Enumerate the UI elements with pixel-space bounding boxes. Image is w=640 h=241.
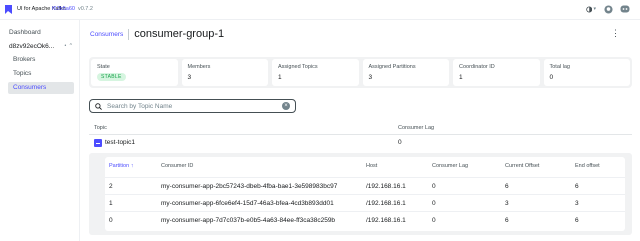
theme-toggle-icon[interactable]: ▾ — [586, 4, 596, 14]
stat-label: Assigned Partitions — [368, 64, 416, 70]
stat-label: State — [97, 64, 110, 70]
chevron-down-icon: ▾ — [593, 6, 596, 12]
stat-members: Members 3 — [181, 59, 268, 86]
topic-name: test-topic1 — [105, 139, 135, 146]
cell-host: /192.168.16.1 — [366, 183, 406, 190]
cell-partition: 0 — [109, 217, 113, 224]
stat-label: Coordinator ID — [459, 64, 495, 70]
page-title: consumer-group-1 — [134, 28, 225, 40]
column-header-label: Partition — [109, 163, 130, 169]
topic-search-box: × — [89, 99, 296, 113]
stat-label: Total lag — [549, 64, 571, 70]
sidebar-item-consumers[interactable]: Consumers — [8, 82, 74, 94]
clear-icon[interactable]: × — [282, 102, 290, 110]
status-badge: STABLE — [97, 73, 126, 81]
discord-icon[interactable] — [620, 4, 630, 14]
stat-coordinator-id: Coordinator ID 1 — [453, 59, 540, 86]
stat-value: 0 — [549, 74, 554, 81]
github-icon[interactable] — [603, 4, 613, 14]
topics-table-header: Topic Consumer Lag — [89, 123, 632, 135]
search-icon — [95, 102, 102, 110]
version-number: v0.7.2 — [77, 6, 93, 12]
cell-host: /192.168.16.1 — [366, 217, 406, 224]
sidebar-item-dashboard[interactable]: Dashboard — [9, 29, 41, 36]
stat-total-lag: Total lag 0 — [543, 59, 630, 86]
sidebar: Dashboard d8zv92ecOk6... • ^ Brokers Top… — [0, 20, 80, 241]
column-header-topic: Topic — [94, 125, 107, 131]
breadcrumb: Consumers consumer-group-1 — [90, 27, 224, 41]
cluster-selector[interactable]: d8zv92ecOk6... • ^ — [9, 43, 73, 50]
cell-end-offset: 6 — [575, 183, 579, 190]
stat-assigned-partitions: Assigned Partitions 3 — [362, 59, 449, 86]
cell-consumer-id: my-consumer-app-2bc57243-dbeb-4fba-bae1-… — [161, 183, 338, 190]
cell-consumer-lag: 0 — [432, 183, 436, 190]
stat-label: Members — [187, 64, 211, 70]
sidebar-item-topics[interactable]: Topics — [8, 68, 74, 80]
cell-host: /192.168.16.1 — [366, 200, 406, 207]
cell-partition: 1 — [109, 200, 113, 207]
column-header-partition[interactable]: Partition ↑ — [109, 163, 133, 169]
column-header-consumer-lag[interactable]: Consumer Lag — [432, 163, 468, 169]
column-header-end-offset[interactable]: End offset — [575, 163, 600, 169]
partitions-panel: Partition ↑ Consumer ID Host Consumer La… — [89, 153, 632, 235]
cell-current-offset: 3 — [505, 200, 509, 207]
partitions-table-header: Partition ↑ Consumer ID Host Consumer La… — [105, 163, 625, 173]
column-header-consumer-lag: Consumer Lag — [398, 125, 435, 131]
sort-arrow-icon: ↑ — [130, 163, 134, 169]
breadcrumb-consumers-link[interactable]: Consumers — [90, 31, 123, 38]
app-version[interactable]: f63b5a60 v0.7.2 — [52, 6, 93, 12]
stat-assigned-topics: Assigned Topics 1 — [272, 59, 359, 86]
kafka-logo-icon[interactable] — [4, 5, 12, 14]
cell-consumer-lag: 0 — [432, 200, 436, 207]
cell-end-offset: 6 — [575, 217, 579, 224]
cell-consumer-id: my-consumer-app-6fce6ef4-15d7-46a3-bfea-… — [161, 200, 334, 207]
top-bar: UI for Apache Kafka f63b5a60 v0.7.2 ▾ — [0, 0, 640, 20]
cell-current-offset: 6 — [505, 183, 509, 190]
cell-consumer-lag: 0 — [432, 217, 436, 224]
table-row: 0 my-consumer-app-7d7c037b-e0b5-4a63-84e… — [105, 211, 625, 227]
table-row[interactable]: test-topic1 0 — [89, 135, 632, 151]
breadcrumb-divider — [128, 28, 130, 40]
search-input[interactable] — [107, 102, 282, 110]
column-header-consumer-id[interactable]: Consumer ID — [161, 163, 193, 169]
stat-value: 3 — [187, 74, 192, 81]
cell-consumer-id: my-consumer-app-7d7c037b-e0b5-4a63-84ee-… — [161, 217, 336, 224]
stat-state: State STABLE — [91, 59, 178, 86]
table-row: 1 my-consumer-app-6fce6ef4-15d7-46a3-bfe… — [105, 194, 625, 210]
stat-label: Assigned Topics — [278, 64, 318, 70]
cluster-name: d8zv92ecOk6... — [9, 43, 55, 50]
stat-value: 1 — [459, 74, 463, 81]
cell-partition: 2 — [109, 183, 113, 190]
collapse-icon[interactable] — [94, 139, 102, 147]
topic-consumer-lag: 0 — [398, 139, 402, 146]
sidebar-item-brokers[interactable]: Brokers — [8, 54, 74, 66]
commit-hash[interactable]: f63b5a60 — [52, 6, 75, 12]
cluster-status-icon: • ^ — [64, 43, 73, 49]
top-right-controls: ▾ — [586, 4, 630, 14]
kebab-menu-icon[interactable]: ⋮ — [611, 28, 620, 39]
cell-current-offset: 6 — [505, 217, 509, 224]
column-header-host[interactable]: Host — [366, 163, 377, 169]
stats-bar: State STABLE Members 3 Assigned Topics 1… — [89, 57, 632, 88]
cell-end-offset: 3 — [575, 200, 579, 207]
stat-value: 3 — [368, 74, 373, 81]
table-row: 2 my-consumer-app-2bc57243-dbeb-4fba-bae… — [105, 177, 625, 193]
column-header-current-offset[interactable]: Current Offset — [505, 163, 539, 169]
partitions-table: Partition ↑ Consumer ID Host Consumer La… — [105, 157, 625, 231]
stat-value: 1 — [278, 74, 282, 81]
